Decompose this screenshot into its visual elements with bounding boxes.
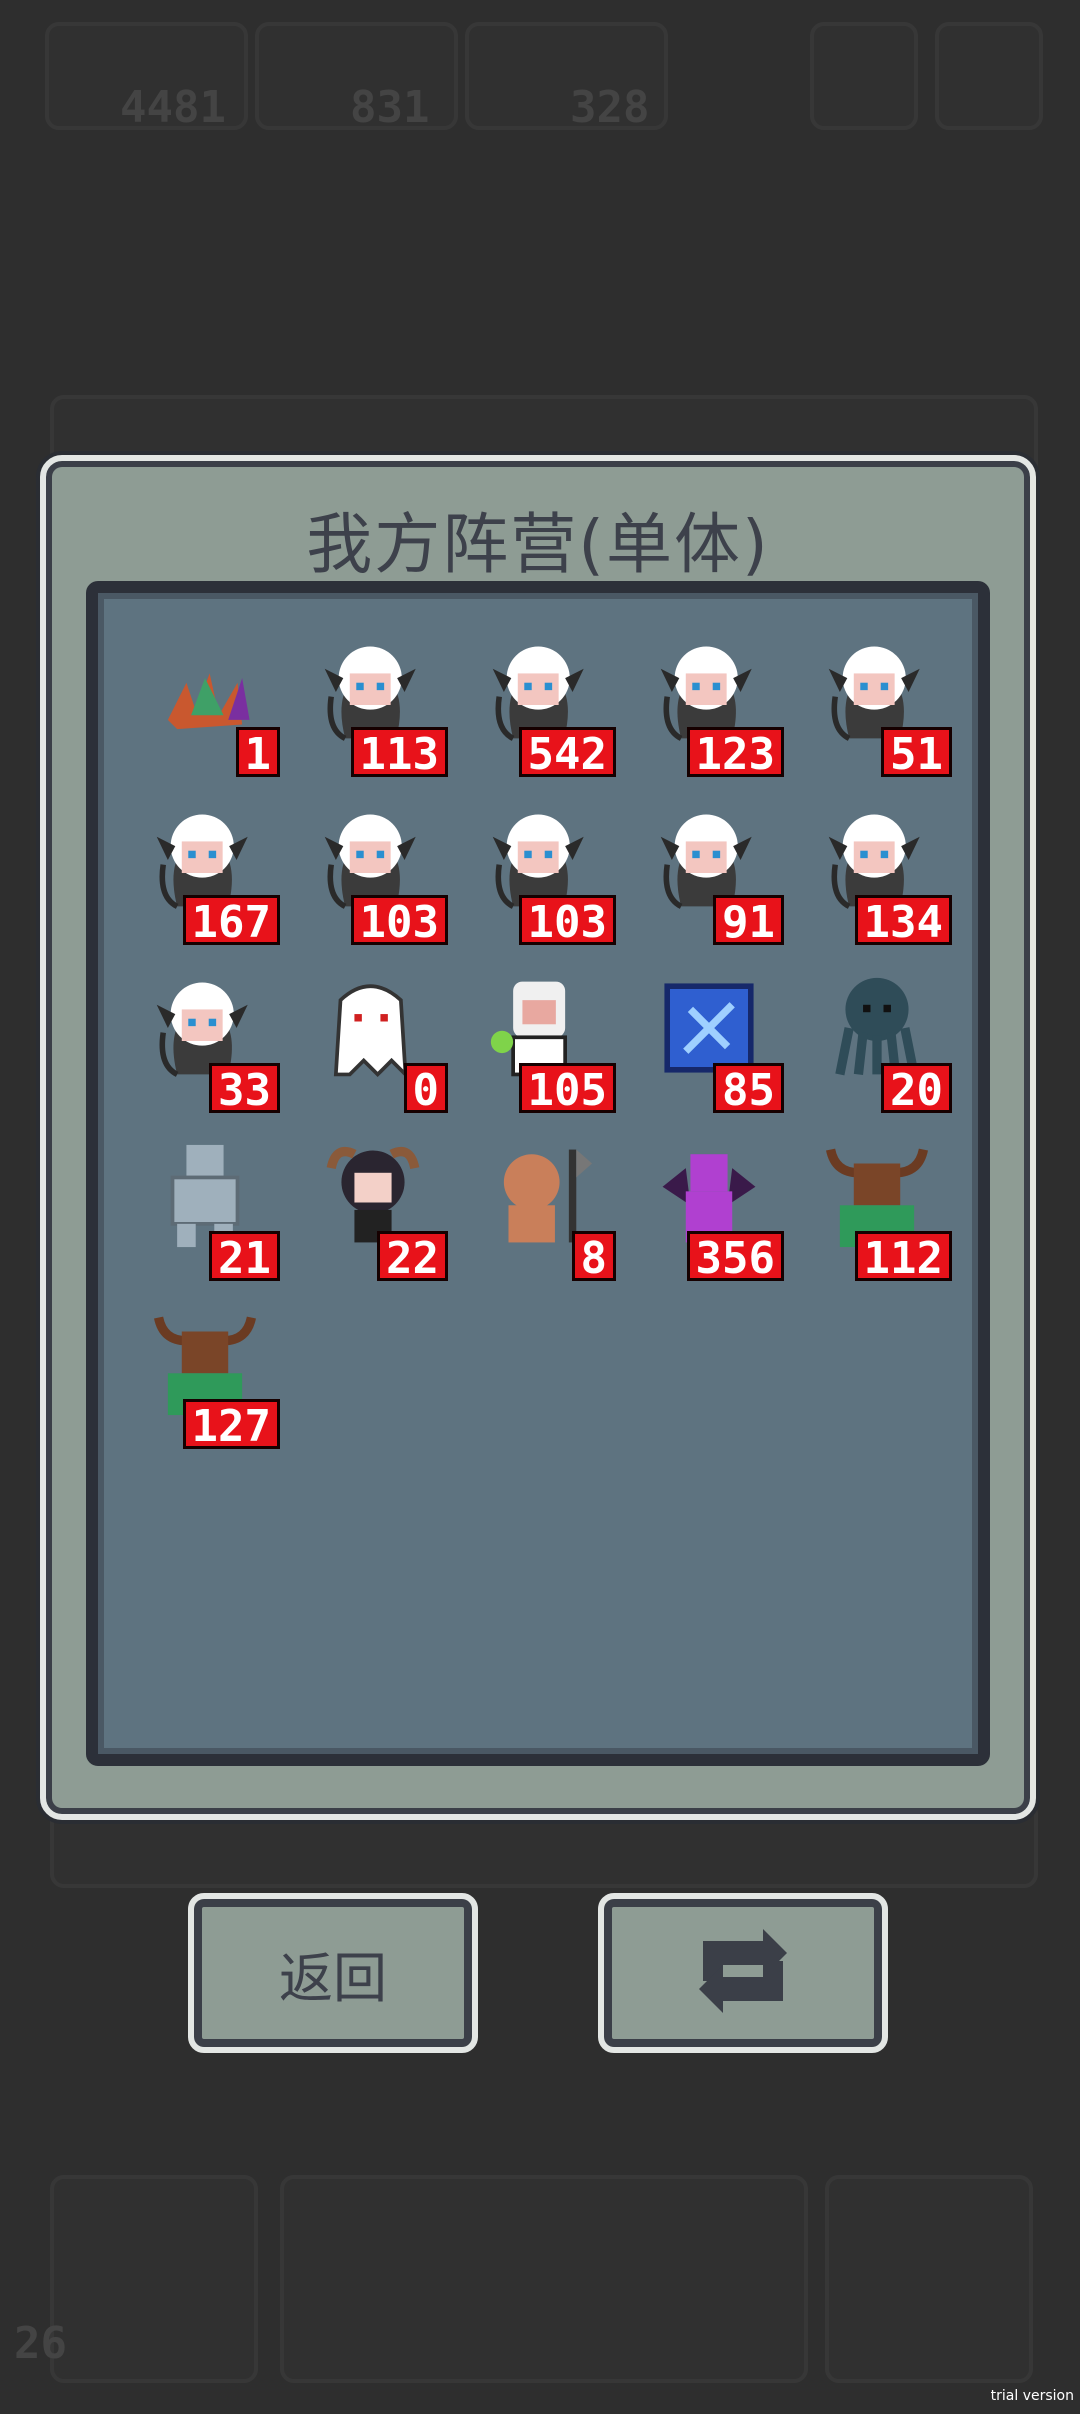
unit-slot[interactable]: 113 [288, 615, 456, 783]
resource-counter-1: 4481 [120, 82, 226, 133]
unit-count-badge: 51 [881, 727, 952, 780]
unit-count-badge: 134 [854, 895, 952, 948]
bottom-slot-1 [50, 2175, 258, 2383]
unit-slot[interactable]: 105 [456, 951, 624, 1119]
unit-count-badge: 113 [350, 727, 448, 780]
unit-slot[interactable]: 103 [288, 783, 456, 951]
unit-slot[interactable]: 356 [624, 1119, 792, 1287]
back-button[interactable]: 返回 [188, 1893, 478, 2053]
swap-arrows-icon [683, 1921, 803, 2025]
unit-slot[interactable]: 85 [624, 951, 792, 1119]
turn-counter: 26 [14, 2318, 67, 2369]
unit-count-badge: 1 [235, 727, 280, 780]
unit-grid: 1 113 542 123 51 167 103 103 91 134 33 0 105 85 20 21 22… [120, 615, 960, 1455]
refresh-button[interactable] [598, 1893, 888, 2053]
unit-count-badge: 103 [518, 895, 616, 948]
menu-slot-2 [935, 22, 1043, 130]
bottom-slot-3 [825, 2175, 1033, 2383]
unit-count-badge: 85 [713, 1063, 784, 1116]
unit-count-badge: 21 [209, 1231, 280, 1284]
ally-units-dialog: 我方阵营(单体) 1 113 542 123 51 167 103 103 91 134 33 0 10… [40, 455, 1036, 1820]
unit-slot[interactable]: 103 [456, 783, 624, 951]
unit-slot[interactable]: 91 [624, 783, 792, 951]
menu-slot-1 [810, 22, 918, 130]
unit-slot[interactable]: 112 [792, 1119, 960, 1287]
unit-count-badge: 123 [686, 727, 784, 780]
unit-slot[interactable]: 20 [792, 951, 960, 1119]
unit-slot[interactable]: 167 [120, 783, 288, 951]
resource-counter-2: 831 [350, 82, 430, 133]
unit-count-badge: 8 [571, 1231, 616, 1284]
unit-count-badge: 91 [713, 895, 784, 948]
unit-count-badge: 356 [686, 1231, 784, 1284]
unit-count-badge: 167 [182, 895, 280, 948]
unit-count-badge: 22 [377, 1231, 448, 1284]
unit-slot[interactable]: 0 [288, 951, 456, 1119]
unit-count-badge: 20 [881, 1063, 952, 1116]
unit-slot[interactable]: 542 [456, 615, 624, 783]
unit-count-badge: 542 [518, 727, 616, 780]
bottom-slot-2 [280, 2175, 808, 2383]
unit-panel: 1 113 542 123 51 167 103 103 91 134 33 0 105 85 20 21 22… [86, 581, 990, 1766]
unit-slot[interactable]: 51 [792, 615, 960, 783]
unit-slot[interactable]: 8 [456, 1119, 624, 1287]
dialog-title: 我方阵营(单体) [306, 506, 770, 583]
unit-count-badge: 33 [209, 1063, 280, 1116]
unit-slot[interactable]: 22 [288, 1119, 456, 1287]
unit-slot[interactable]: 123 [624, 615, 792, 783]
unit-count-badge: 103 [350, 895, 448, 948]
unit-count-badge: 112 [854, 1231, 952, 1284]
unit-count-badge: 127 [182, 1399, 280, 1452]
unit-slot[interactable]: 1 [120, 615, 288, 783]
unit-count-badge: 105 [518, 1063, 616, 1116]
back-button-label: 返回 [279, 1946, 387, 2010]
unit-slot[interactable]: 134 [792, 783, 960, 951]
unit-slot[interactable]: 127 [120, 1287, 288, 1455]
unit-count-badge: 0 [403, 1063, 448, 1116]
unit-slot[interactable]: 21 [120, 1119, 288, 1287]
unit-slot[interactable]: 33 [120, 951, 288, 1119]
resource-counter-3: 328 [570, 82, 650, 133]
watermark: trial version [990, 2388, 1074, 2404]
